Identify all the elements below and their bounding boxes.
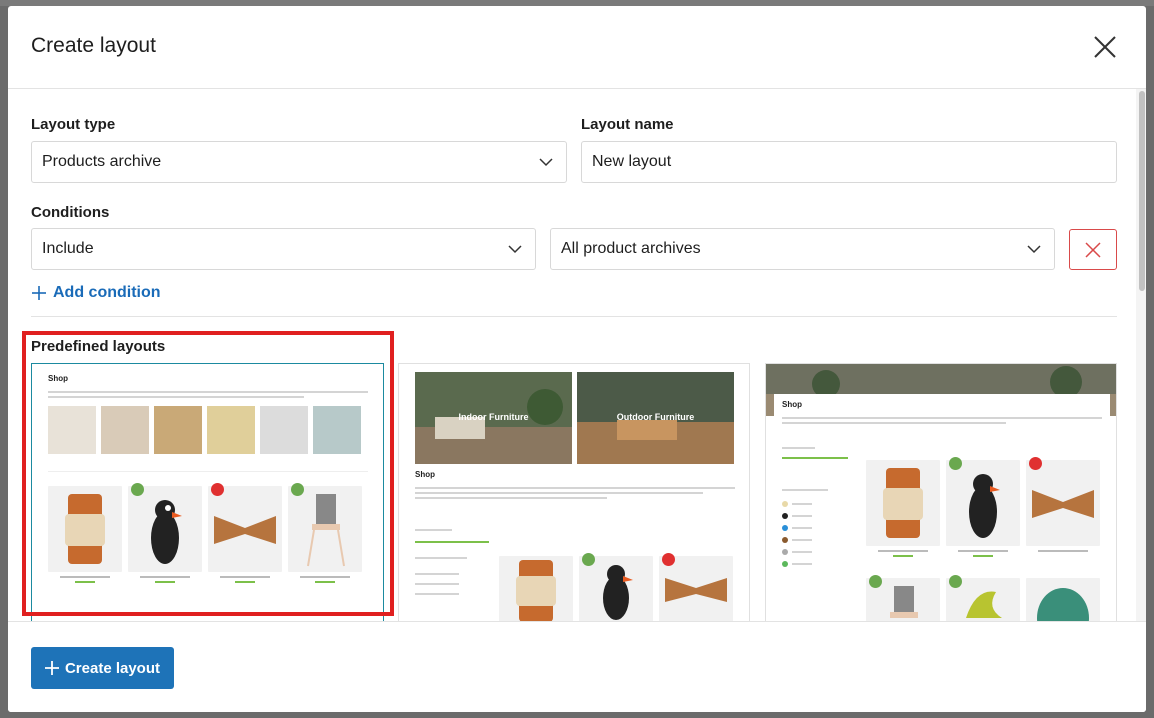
thumbnail-shop-label: Shop — [782, 400, 802, 409]
divider — [31, 316, 1117, 317]
product-row — [866, 457, 1100, 557]
category-row — [48, 406, 361, 454]
sale-badge — [869, 575, 882, 588]
new-badge — [949, 575, 962, 588]
add-condition-label: Add condition — [53, 284, 161, 301]
layout-thumbnail-1[interactable]: Shop — [31, 363, 384, 623]
product-card — [1026, 578, 1100, 622]
layout-type-select[interactable]: Products archive — [31, 141, 567, 183]
product-card — [866, 460, 940, 557]
chevron-down-icon — [508, 245, 522, 254]
add-condition-button[interactable]: Add condition — [31, 284, 161, 302]
plus-icon — [44, 661, 59, 675]
product-card — [128, 483, 202, 583]
product-card — [288, 483, 362, 583]
create-layout-label: Create layout — [64, 659, 161, 677]
hero-outdoor-label: Outdoor Furniture — [616, 412, 695, 422]
chevron-down-icon — [539, 158, 553, 167]
product-card — [946, 457, 1020, 557]
sale-badge — [131, 483, 144, 496]
close-button[interactable] — [1090, 32, 1120, 62]
modal-header: Create layout — [8, 6, 1146, 89]
toolbar-row — [48, 471, 368, 479]
close-icon — [1085, 242, 1101, 258]
product-card — [579, 553, 653, 622]
chevron-down-icon — [1027, 245, 1041, 254]
thumbnail-shop-label: Shop — [415, 470, 435, 479]
thumbnail-description — [415, 484, 735, 499]
create-layout-modal: Create layout Layout type Products archi… — [8, 6, 1146, 712]
layout-name-value: New layout — [592, 153, 672, 170]
layout-name-input[interactable]: New layout — [581, 141, 1117, 183]
hero-outdoor: Outdoor Furniture — [577, 372, 734, 464]
predefined-layouts-title: Predefined layouts — [31, 338, 166, 355]
filter-sidebar — [782, 444, 848, 567]
hot-badge — [1029, 457, 1042, 470]
modal-title: Create layout — [31, 34, 156, 57]
condition-target-value: All product archives — [561, 240, 701, 257]
product-card — [499, 556, 573, 622]
hot-badge — [211, 483, 224, 496]
layout-type-value: Products archive — [42, 153, 162, 170]
remove-condition-button[interactable] — [1069, 229, 1117, 270]
sale-badge — [291, 483, 304, 496]
product-card — [659, 553, 733, 622]
product-card — [208, 483, 282, 583]
thumbnail-shop-label: Shop — [48, 374, 68, 383]
scrollbar-thumb[interactable] — [1139, 91, 1145, 291]
hero-indoor-label: Indoor Furniture — [458, 412, 529, 422]
filter-sidebar — [415, 526, 489, 595]
condition-mode-value: Include — [42, 240, 94, 257]
product-row — [48, 483, 362, 583]
sale-badge — [949, 457, 962, 470]
product-row — [866, 575, 1100, 622]
conditions-label: Conditions — [31, 204, 110, 221]
layout-thumbnail-2[interactable]: Indoor Furniture Outdoor Furniture Shop — [398, 363, 750, 623]
plus-icon — [32, 286, 46, 300]
hot-badge — [662, 553, 675, 566]
product-card — [1026, 457, 1100, 557]
product-card — [48, 486, 122, 583]
product-card — [866, 575, 940, 622]
product-card — [946, 575, 1020, 622]
thumbnail-description — [48, 388, 368, 398]
layout-type-label: Layout type — [31, 116, 116, 133]
condition-mode-select[interactable]: Include — [31, 228, 536, 270]
modal-footer: Create layout — [8, 621, 1146, 712]
layout-thumbnail-3[interactable]: Shop — [765, 363, 1117, 623]
product-row — [499, 553, 733, 622]
condition-target-select[interactable]: All product archives — [550, 228, 1055, 270]
sale-badge — [582, 553, 595, 566]
hero-indoor: Indoor Furniture — [415, 372, 572, 464]
thumbnail-description — [782, 414, 1102, 424]
layout-name-label: Layout name — [581, 116, 674, 133]
create-layout-button[interactable]: Create layout — [31, 647, 174, 689]
close-icon — [1094, 36, 1116, 58]
